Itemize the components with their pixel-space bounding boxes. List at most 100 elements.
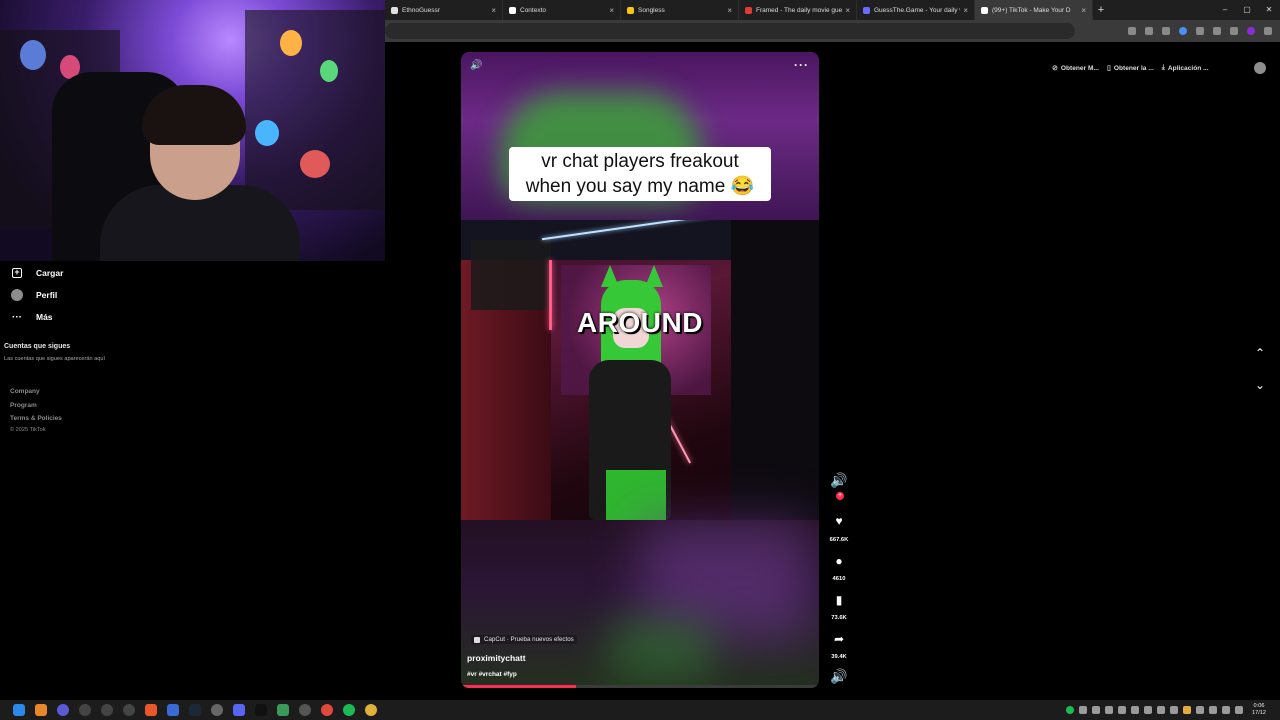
system-clock[interactable]: 0:06 17/12 [1252, 703, 1266, 717]
previous-video-button[interactable]: ⌃ [1252, 346, 1268, 362]
get-coins-button[interactable]: ⊘ Obtener M... [1052, 64, 1099, 73]
maximize-button[interactable]: ▢ [1236, 0, 1258, 20]
close-tab-icon[interactable]: × [963, 6, 968, 15]
app-grid-icon[interactable] [277, 704, 289, 716]
bookmark-star-icon[interactable] [1145, 27, 1153, 35]
minimize-button[interactable]: – [1214, 0, 1236, 20]
webcam-overlay [0, 0, 385, 261]
video-progress-fill [461, 685, 576, 688]
tiktok-icon[interactable] [255, 704, 267, 716]
extensions-puzzle-icon[interactable] [1196, 27, 1204, 35]
tray-icon-11[interactable] [1209, 706, 1217, 714]
tray-icon-1[interactable] [1079, 706, 1087, 714]
more-options-icon[interactable]: ··· [794, 58, 809, 72]
steam-icon[interactable] [189, 704, 201, 716]
windows-start-icon[interactable] [13, 704, 25, 716]
share-icon: ➦ [833, 632, 845, 646]
tray-icon-10[interactable] [1196, 706, 1204, 714]
discord-icon[interactable] [233, 704, 245, 716]
close-tab-icon[interactable]: × [1081, 6, 1086, 15]
app-4k-icon[interactable] [79, 704, 91, 716]
app-orange-icon[interactable] [145, 704, 157, 716]
tab-label: (99+) TikTok - Make Your D [992, 6, 1071, 14]
phone-icon: ▯ [1106, 65, 1111, 72]
share-count: 39.4K [831, 654, 847, 660]
framed-favicon-icon [745, 6, 752, 14]
volume-icon[interactable] [1235, 706, 1243, 714]
tray-icon-3[interactable] [1105, 706, 1113, 714]
address-bar[interactable] [385, 23, 1075, 39]
tab-tiktok[interactable]: (99+) TikTok - Make Your D × [975, 0, 1093, 20]
creator-avatar-button[interactable]: 🔊 [826, 472, 852, 489]
tray-icon-2[interactable] [1092, 706, 1100, 714]
app-v-icon[interactable] [57, 704, 69, 716]
extension-blue-icon[interactable] [1179, 27, 1187, 35]
next-video-button[interactable]: ⌄ [1252, 378, 1268, 394]
follow-plus-icon[interactable]: + [836, 492, 844, 500]
footer-link-company[interactable]: Company [10, 388, 40, 395]
tray-icon-4[interactable] [1118, 706, 1126, 714]
video-progress-bar[interactable] [461, 685, 819, 688]
video-author[interactable]: proximitychatt [467, 653, 526, 663]
like-count: 667.6K [829, 537, 849, 543]
close-tab-icon[interactable]: × [609, 6, 614, 15]
avatar-ear-right [645, 265, 663, 287]
new-tab-button[interactable]: + [1093, 4, 1109, 16]
tab-contexto[interactable]: Contexto × [503, 0, 621, 20]
profile-icon[interactable] [1247, 27, 1255, 35]
close-tab-icon[interactable]: × [845, 6, 850, 15]
creator-volume-icon: 🔊 [830, 472, 848, 488]
app-arrow-icon[interactable] [101, 704, 113, 716]
tray-icon-9[interactable] [1183, 706, 1191, 714]
like-button[interactable]: ♥ [826, 514, 852, 528]
app-capture-icon[interactable] [123, 704, 135, 716]
tab-songless[interactable]: Songless × [621, 0, 739, 20]
sidebar-item-label: Perfil [36, 290, 58, 300]
tray-icon-5[interactable] [1131, 706, 1139, 714]
close-window-button[interactable]: ✕ [1258, 0, 1280, 20]
chrome-icon[interactable] [321, 704, 333, 716]
sidebar-item-perfil[interactable]: Perfil [10, 288, 57, 302]
tray-icon-8[interactable] [1170, 706, 1178, 714]
favorites-icon[interactable] [1213, 27, 1221, 35]
spotify-tray-icon[interactable] [1066, 706, 1074, 714]
footer-link-program[interactable]: Program [10, 402, 37, 409]
sidebar-item-cargar[interactable]: + Cargar [10, 266, 63, 280]
sound-button[interactable]: 🔊 [826, 668, 852, 685]
tray-icon-6[interactable] [1144, 706, 1152, 714]
sidebar-item-mas[interactable]: ··· Más [10, 310, 53, 324]
user-avatar[interactable] [1254, 62, 1266, 74]
video-hashtags[interactable]: #vr #vrchat #fyp [467, 671, 517, 678]
capcut-effect-tag[interactable]: CapCut · Prueba nuevos efectos [471, 635, 577, 644]
app-grey-icon[interactable] [211, 704, 223, 716]
desktop-app-button[interactable]: ⤓ Aplicación ... [1162, 64, 1209, 72]
network-icon[interactable] [1222, 706, 1230, 714]
extension-link-icon[interactable] [1162, 27, 1170, 35]
share-button[interactable]: ➦ [826, 632, 852, 646]
vrchat-scene [461, 220, 819, 520]
spotify-icon[interactable] [343, 704, 355, 716]
search-icon[interactable] [35, 704, 47, 716]
app-stream-icon[interactable] [167, 704, 179, 716]
chrome-active-icon[interactable] [365, 704, 377, 716]
comment-button[interactable]: ● [826, 554, 852, 568]
tab-guessthegame[interactable]: GuessThe.Game - Your daily vi × [857, 0, 975, 20]
browser-menu-icon[interactable] [1264, 27, 1272, 35]
sidebar-item-label: Cargar [36, 268, 64, 278]
close-tab-icon[interactable]: × [727, 6, 732, 15]
mute-toggle-icon[interactable]: 🔊 [470, 60, 482, 71]
get-app-button[interactable]: ▯ Obtener la ... [1106, 64, 1154, 73]
video-player[interactable]: vr chat players freakout when you say my… [461, 52, 819, 688]
save-button[interactable]: ▮ [826, 593, 852, 607]
tab-framed[interactable]: Framed - The daily movie gue × [739, 0, 857, 20]
contexto-favicon-icon [509, 6, 516, 14]
clock-date: 17/12 [1252, 710, 1266, 716]
close-tab-icon[interactable]: × [491, 6, 496, 15]
tab-ethnoguessr[interactable]: EthnoGuessr × [385, 0, 503, 20]
tray-icon-7[interactable] [1157, 706, 1165, 714]
install-app-icon[interactable] [1128, 27, 1136, 35]
collections-icon[interactable] [1230, 27, 1238, 35]
footer-link-terms[interactable]: Terms & Policies [10, 415, 62, 422]
window-controls: – ▢ ✕ [1214, 0, 1280, 20]
app-c-icon[interactable] [299, 704, 311, 716]
